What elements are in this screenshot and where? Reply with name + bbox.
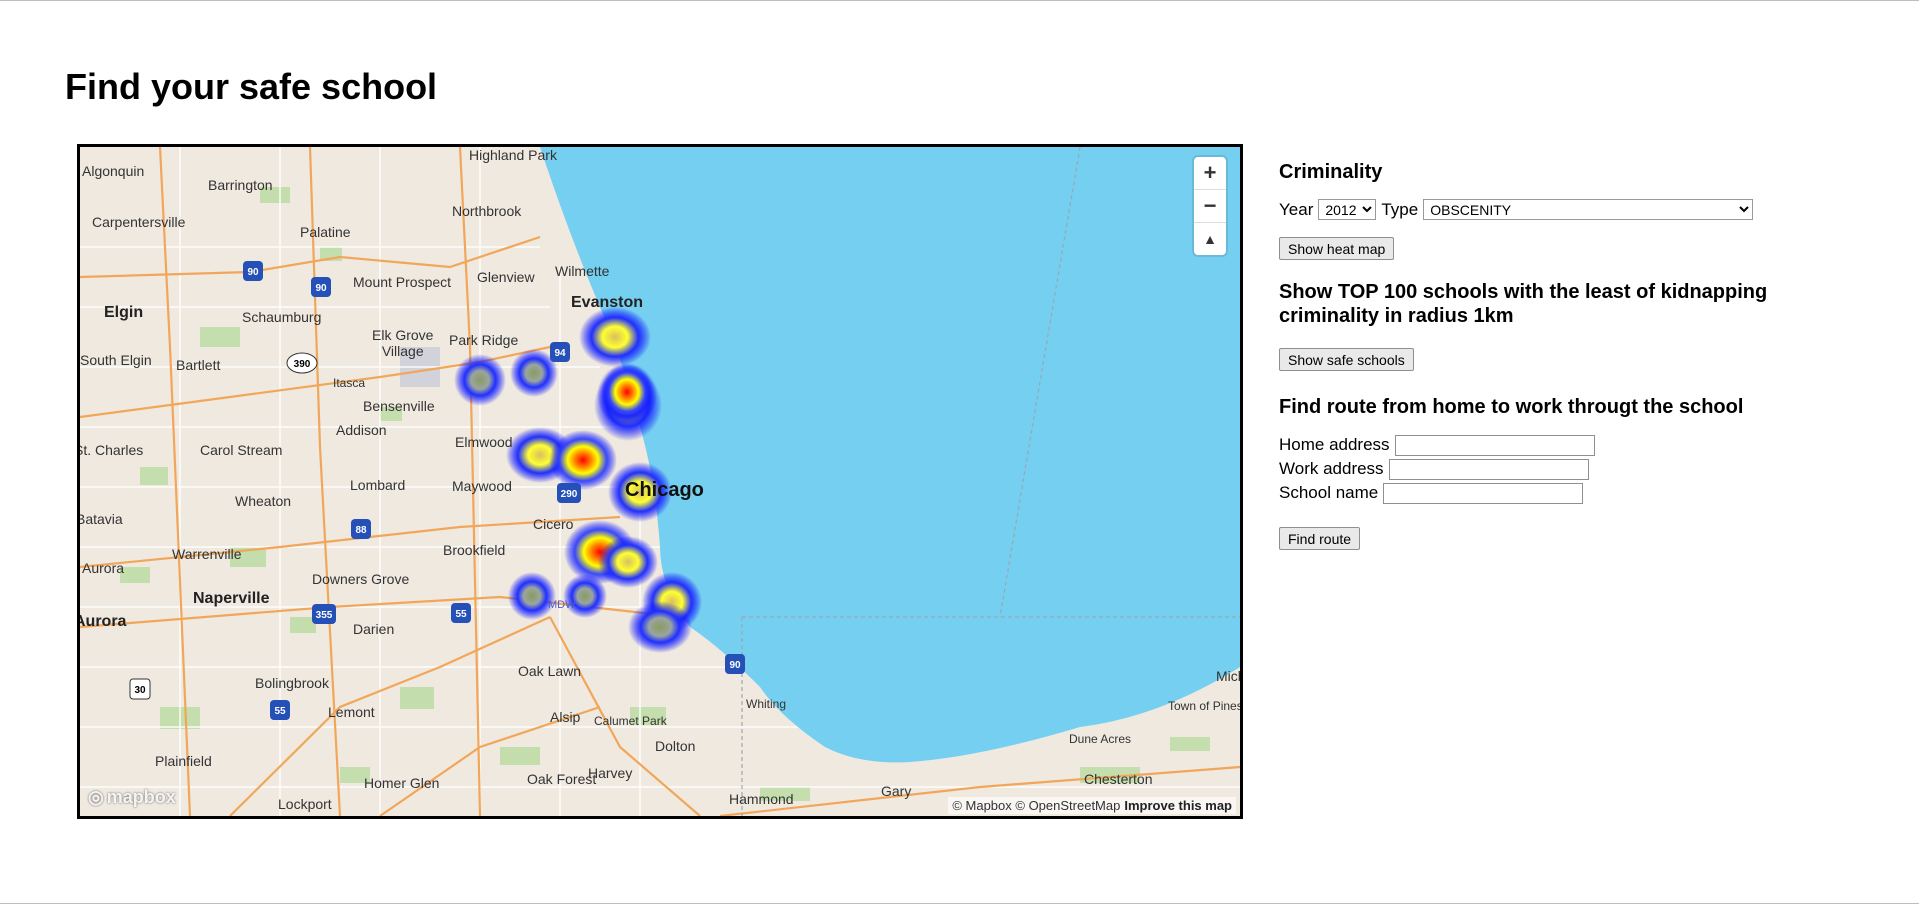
year-label: Year	[1279, 199, 1314, 219]
year-select[interactable]: 2012	[1318, 199, 1377, 220]
map-container[interactable]: 90 90 94 390 290 88 355 55 55 30 90 Algo…	[77, 144, 1243, 819]
zoom-in-button[interactable]: +	[1194, 157, 1226, 190]
label-batavia: Batavia	[77, 511, 123, 527]
label-elk-grove-village: Elk Grove Village	[372, 327, 434, 359]
label-lombard: Lombard	[350, 477, 406, 493]
label-highland-park: Highland Park	[469, 147, 557, 163]
label-brookfield: Brookfield	[443, 542, 506, 558]
label-elgin: Elgin	[104, 304, 144, 321]
label-oak-forest: Oak Forest	[527, 771, 597, 787]
label-homer-glen: Homer Glen	[364, 775, 440, 791]
label-park-ridge: Park Ridge	[449, 332, 519, 348]
label-calumet-park: Calumet Park	[594, 714, 667, 728]
label-south-elgin: South Elgin	[80, 352, 152, 368]
label-cicero: Cicero	[533, 516, 574, 532]
label-bartlett: Bartlett	[176, 357, 221, 373]
label-gary: Gary	[881, 783, 912, 799]
label-naperville: Naperville	[193, 590, 270, 607]
compass-icon[interactable]: ▲	[1194, 223, 1226, 255]
page-title: Find your safe school	[65, 66, 438, 107]
label-northbrook: Northbrook	[452, 203, 522, 219]
criminality-filters: Year 2012 Type OBSCENITY	[1279, 199, 1799, 220]
improve-map-link[interactable]: Improve this map	[1124, 798, 1232, 813]
label-maywood: Maywood	[452, 478, 512, 494]
label-aurora-2: Aurora	[77, 613, 127, 630]
mapbox-logo-text: mapbox	[106, 787, 176, 807]
svg-text:94: 94	[554, 348, 566, 359]
svg-text:88: 88	[355, 525, 367, 536]
school-name-row: School name	[1279, 481, 1799, 505]
work-address-label: Work address	[1279, 459, 1384, 478]
label-bolingbrook: Bolingbrook	[255, 675, 329, 691]
label-darien: Darien	[353, 621, 395, 637]
bottom-border	[0, 903, 1919, 904]
map-controls: + − ▲	[1194, 157, 1226, 255]
label-bensenville: Bensenville	[363, 398, 435, 414]
label-schaumburg: Schaumburg	[242, 309, 322, 325]
label-hammond: Hammond	[729, 791, 794, 807]
label-plainfield: Plainfield	[155, 753, 212, 769]
work-address-row: Work address	[1279, 457, 1799, 481]
label-dolton: Dolton	[655, 738, 696, 754]
label-lemont: Lemont	[328, 704, 375, 720]
show-safe-schools-button[interactable]: Show safe schools	[1279, 348, 1414, 371]
label-st-charles: St. Charles	[77, 442, 144, 458]
label-itasca: Itasca	[333, 376, 366, 390]
hwy-90-a: 90	[247, 267, 259, 278]
type-label: Type	[1381, 199, 1419, 219]
label-lockport: Lockport	[278, 796, 332, 812]
mapbox-logo-icon: ◎	[88, 787, 104, 807]
home-address-label: Home address	[1279, 435, 1390, 454]
find-route-button[interactable]: Find route	[1279, 527, 1361, 550]
map-attribution: © Mapbox © OpenStreetMap Improve this map	[948, 797, 1236, 814]
label-evanston: Evanston	[571, 294, 644, 311]
label-chesterton: Chesterton	[1084, 771, 1153, 787]
svg-text:355: 355	[316, 610, 333, 621]
safe-schools-heading: Show TOP 100 schools with the least of k…	[1279, 281, 1768, 327]
label-downers-grove: Downers Grove	[312, 571, 410, 587]
label-warrenville: Warrenville	[172, 546, 242, 562]
label-aurora: Aurora	[82, 560, 125, 576]
label-oak-lawn: Oak Lawn	[518, 663, 582, 679]
label-glenview: Glenview	[477, 269, 535, 285]
label-wilmette: Wilmette	[555, 263, 610, 279]
label-chicago: Chicago	[625, 479, 704, 501]
svg-text:55: 55	[455, 609, 467, 620]
label-palatine: Palatine	[300, 224, 351, 240]
zoom-out-button[interactable]: −	[1194, 190, 1226, 223]
label-carpentersville: Carpentersville	[92, 214, 186, 230]
home-address-input[interactable]	[1394, 434, 1595, 456]
label-mdw: MDW	[548, 599, 576, 611]
top-border	[0, 0, 1919, 1]
show-heat-map-button[interactable]: Show heat map	[1279, 237, 1395, 260]
svg-text:30: 30	[134, 685, 146, 696]
school-name-input[interactable]	[1383, 482, 1584, 504]
type-select[interactable]: OBSCENITY	[1423, 199, 1754, 220]
label-addison: Addison	[336, 422, 387, 438]
label-mount-prospect: Mount Prospect	[353, 274, 452, 290]
svg-text:90: 90	[729, 660, 741, 671]
svg-text:55: 55	[274, 706, 286, 717]
label-michigan-city: Mich	[1216, 668, 1243, 684]
side-panel: Criminality Year 2012 Type OBSCENITY Sho…	[1279, 160, 1799, 550]
label-elmwood: Elmwood	[455, 434, 513, 450]
label-dune-acres: Dune Acres	[1069, 732, 1132, 746]
svg-text:290: 290	[561, 489, 578, 500]
label-wheaton: Wheaton	[235, 493, 292, 509]
mapbox-logo[interactable]: ◎ mapbox	[88, 787, 176, 808]
svg-text:390: 390	[294, 359, 311, 370]
school-name-label: School name	[1279, 483, 1379, 502]
route-heading: Find route from home to work througt the…	[1279, 396, 1744, 418]
label-algonquin: Algonquin	[82, 163, 145, 179]
label-barrington: Barrington	[208, 177, 273, 193]
label-whiting: Whiting	[746, 697, 787, 711]
label-alsip: Alsip	[550, 709, 581, 725]
svg-text:90: 90	[315, 283, 327, 294]
home-address-row: Home address	[1279, 433, 1799, 457]
work-address-input[interactable]	[1388, 458, 1589, 480]
criminality-heading: Criminality	[1279, 161, 1383, 183]
label-town-of-pines: Town of Pines	[1168, 699, 1243, 713]
label-carol-stream: Carol Stream	[200, 442, 283, 458]
attribution-text[interactable]: © Mapbox © OpenStreetMap	[952, 798, 1120, 813]
